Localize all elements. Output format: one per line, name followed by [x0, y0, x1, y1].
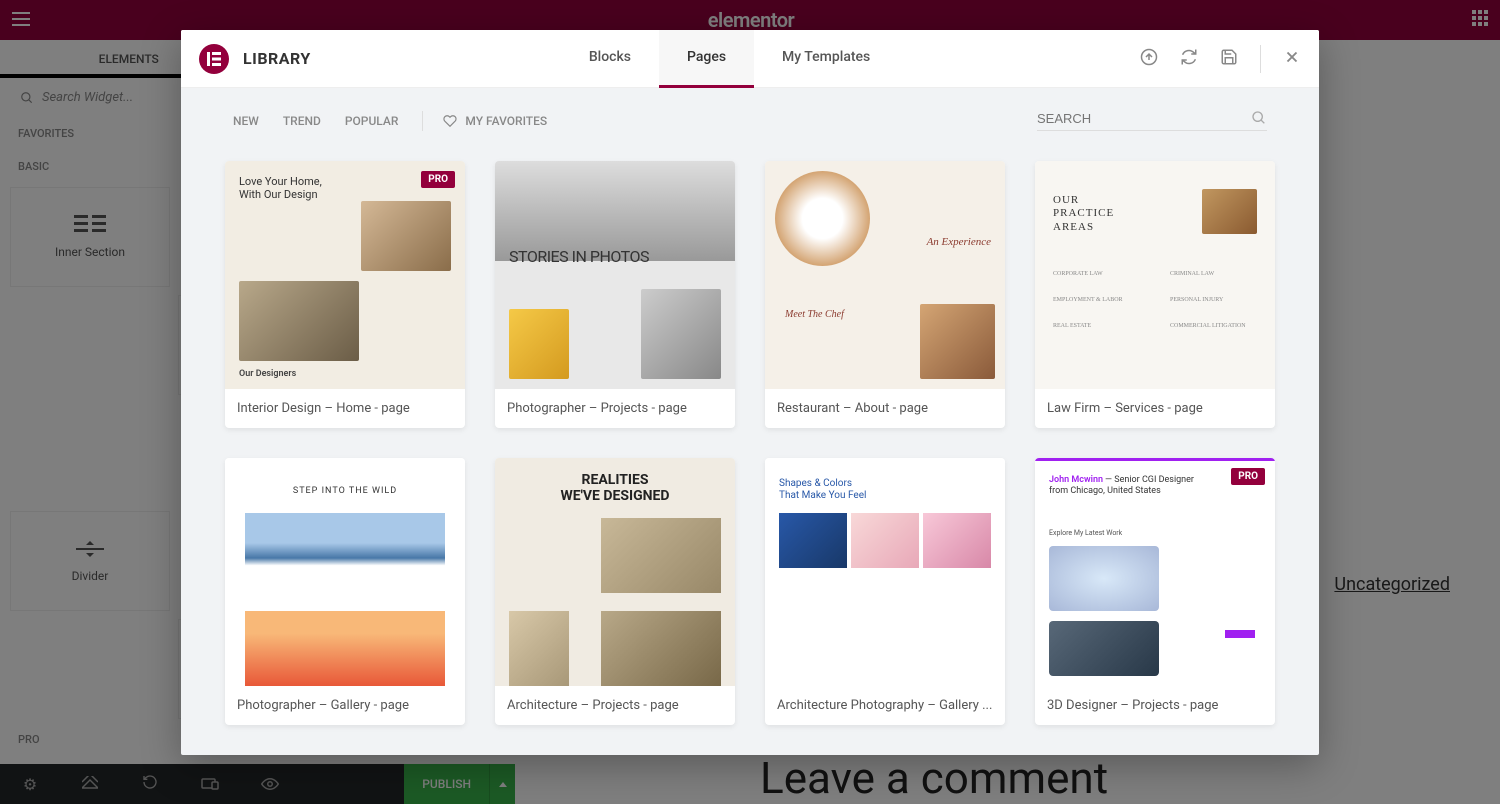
modal-header: LIBRARY Blocks Pages My Templates	[181, 30, 1319, 88]
template-thumbnail: OUR PRACTICE AREAS CORPORATE LAWCRIMINAL…	[1035, 161, 1275, 389]
tab-pages[interactable]: Pages	[659, 30, 754, 88]
filter-new[interactable]: NEW	[233, 114, 259, 128]
template-label: Interior Design – Home - page	[225, 389, 465, 428]
template-label: Law Firm – Services - page	[1035, 389, 1275, 428]
pro-badge: PRO	[421, 171, 455, 188]
template-thumbnail: REALITIES WE'VE DESIGNED	[495, 458, 735, 686]
modal-overlay: LIBRARY Blocks Pages My Templates NEW TR…	[0, 0, 1500, 804]
tab-my-templates[interactable]: My Templates	[754, 30, 898, 88]
template-card[interactable]: STEP INTO THE WILD Photographer – Galler…	[225, 458, 465, 725]
template-card[interactable]: OUR PRACTICE AREAS CORPORATE LAWCRIMINAL…	[1035, 161, 1275, 428]
template-label: Architecture – Projects - page	[495, 686, 735, 725]
heart-icon	[443, 114, 457, 128]
template-thumbnail: STEP INTO THE WILD	[225, 458, 465, 686]
save-icon[interactable]	[1220, 48, 1238, 70]
library-modal: LIBRARY Blocks Pages My Templates NEW TR…	[181, 30, 1319, 755]
modal-tabs: Blocks Pages My Templates	[561, 30, 898, 88]
modal-title: LIBRARY	[243, 49, 311, 68]
template-thumbnail: John Mcwinn — Senior CGI Designer from C…	[1035, 458, 1275, 686]
search-icon	[1251, 110, 1267, 126]
tab-blocks[interactable]: Blocks	[561, 30, 659, 88]
template-thumbnail: STORIES IN PHOTOS	[495, 161, 735, 389]
template-label: Photographer – Projects - page	[495, 389, 735, 428]
filter-popular[interactable]: POPULAR	[345, 114, 399, 128]
template-card[interactable]: REALITIES WE'VE DESIGNED Architecture – …	[495, 458, 735, 725]
template-card[interactable]: An Experience Meet The Chef Restaurant –…	[765, 161, 1005, 428]
template-label: Restaurant – About - page	[765, 389, 1005, 428]
sync-icon[interactable]	[1180, 48, 1198, 70]
action-divider	[1260, 45, 1261, 73]
template-card[interactable]: Shapes & Colors That Make You Feel Archi…	[765, 458, 1005, 725]
pro-badge: PRO	[1231, 468, 1265, 485]
upload-icon[interactable]	[1140, 48, 1158, 70]
search-input[interactable]	[1037, 111, 1251, 126]
template-card[interactable]: STORIES IN PHOTOS Photographer – Project…	[495, 161, 735, 428]
template-label: 3D Designer – Projects - page	[1035, 686, 1275, 725]
modal-toolbar: NEW TREND POPULAR MY FAVORITES	[181, 88, 1319, 141]
close-icon[interactable]	[1283, 48, 1301, 70]
template-card[interactable]: PRO John Mcwinn — Senior CGI Designer fr…	[1035, 458, 1275, 725]
template-search[interactable]	[1037, 110, 1267, 131]
filter-favorites[interactable]: MY FAVORITES	[443, 114, 547, 128]
filter-divider	[422, 111, 423, 131]
template-label: Photographer – Gallery - page	[225, 686, 465, 725]
template-thumbnail: Love Your Home, With Our Design Our Desi…	[225, 161, 465, 389]
template-thumbnail: Shapes & Colors That Make You Feel	[765, 458, 1005, 686]
template-label: Architecture Photography – Gallery ...	[765, 686, 1005, 725]
elementor-logo-icon	[199, 44, 229, 74]
modal-actions	[1140, 45, 1301, 73]
template-thumbnail: An Experience Meet The Chef	[765, 161, 1005, 389]
template-grid: PRO Love Your Home, With Our Design Our …	[181, 141, 1319, 755]
template-card[interactable]: PRO Love Your Home, With Our Design Our …	[225, 161, 465, 428]
filter-trend[interactable]: TREND	[283, 114, 321, 128]
